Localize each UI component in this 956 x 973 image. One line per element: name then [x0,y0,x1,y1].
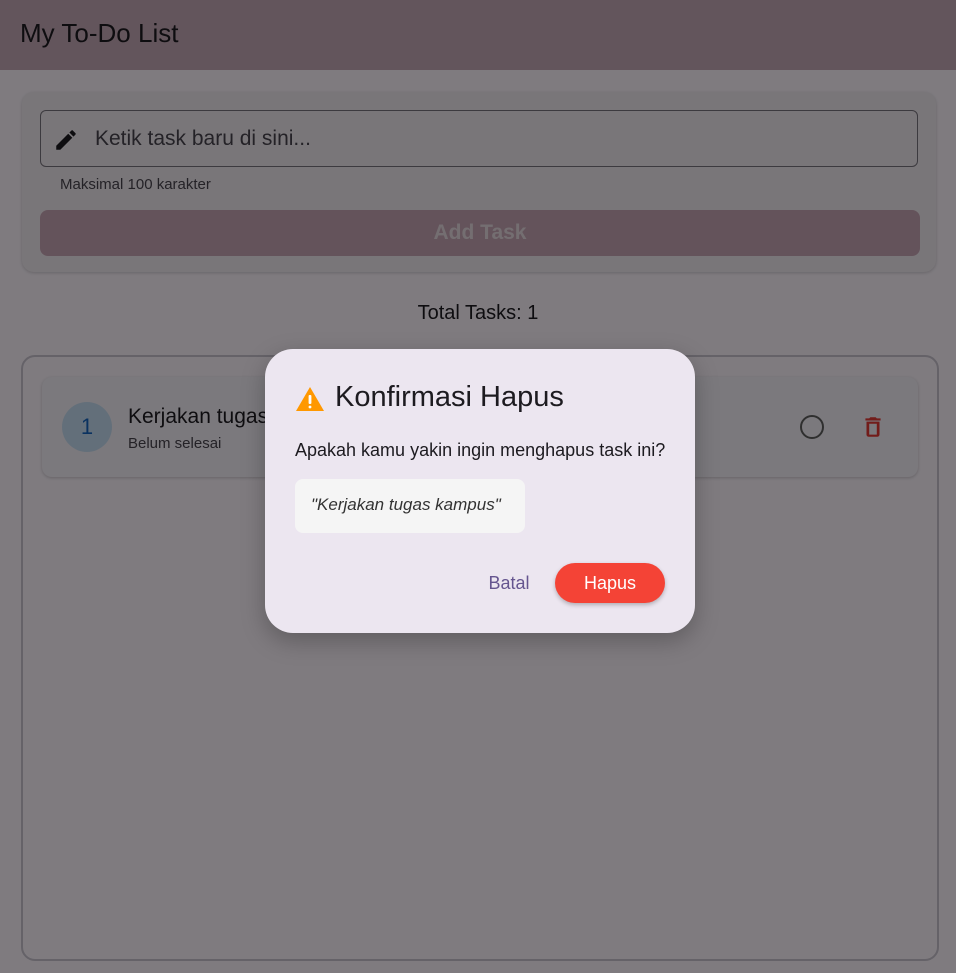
task-quote-box: "Kerjakan tugas kampus" [295,479,525,533]
quoted-task-title: "Kerjakan tugas kampus" [311,495,501,514]
dialog-title: Konfirmasi Hapus [335,381,564,413]
cancel-button[interactable]: Batal [485,563,533,603]
dialog-message: Apakah kamu yakin ingin menghapus task i… [295,440,666,460]
warning-icon [296,387,324,411]
delete-confirm-dialog: Konfirmasi Hapus Apakah kamu yakin ingin… [265,349,695,633]
delete-confirm-button[interactable]: Hapus [555,563,665,603]
